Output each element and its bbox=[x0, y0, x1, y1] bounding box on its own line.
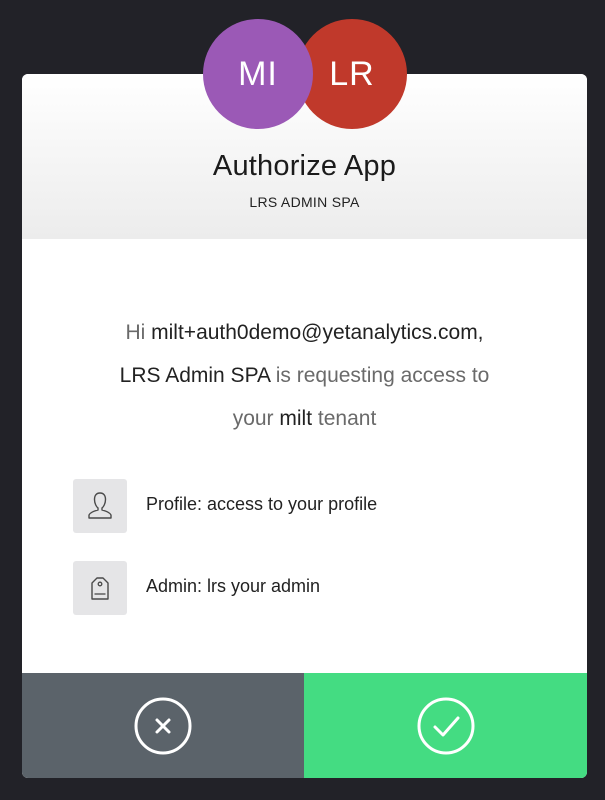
user-avatar: MI bbox=[203, 19, 313, 129]
message-line-1: Hi milt+auth0demo@yetanalytics.com, bbox=[22, 311, 587, 354]
allow-button[interactable] bbox=[304, 673, 587, 778]
dialog-title: Authorize App bbox=[212, 150, 397, 182]
app-avatar-initials: LR bbox=[329, 54, 375, 93]
tag-icon bbox=[73, 561, 127, 615]
message-line-2: LRS Admin SPA is requesting access to bbox=[22, 354, 587, 397]
scope-item-admin: Admin: lrs your admin bbox=[73, 561, 553, 615]
scope-item-profile: Profile: access to your profile bbox=[73, 479, 553, 533]
deny-button[interactable] bbox=[22, 673, 304, 778]
app-name-subtitle: LRS ADMIN SPA bbox=[249, 194, 360, 210]
tenant-name: milt bbox=[279, 407, 313, 430]
user-icon bbox=[73, 479, 127, 533]
scope-profile-text: Profile: access to your profile bbox=[146, 494, 378, 514]
close-circle-icon bbox=[134, 697, 192, 754]
user-email: milt+auth0demo@yetanalytics.com, bbox=[151, 321, 484, 344]
scope-admin-text: Admin: lrs your admin bbox=[146, 576, 321, 596]
app-name: LRS Admin SPA bbox=[119, 364, 270, 387]
greeting-text: Hi bbox=[125, 321, 146, 344]
your-text: your bbox=[232, 407, 274, 430]
tenant-text: tenant bbox=[317, 407, 377, 430]
app-avatar: LR bbox=[297, 19, 407, 129]
check-circle-icon bbox=[417, 697, 474, 754]
authorization-message: Hi milt+auth0demo@yetanalytics.com, LRS … bbox=[22, 311, 587, 440]
requesting-text: is requesting access to bbox=[275, 364, 490, 387]
user-avatar-initials: MI bbox=[238, 54, 278, 93]
message-line-3: your milt tenant bbox=[22, 397, 587, 440]
